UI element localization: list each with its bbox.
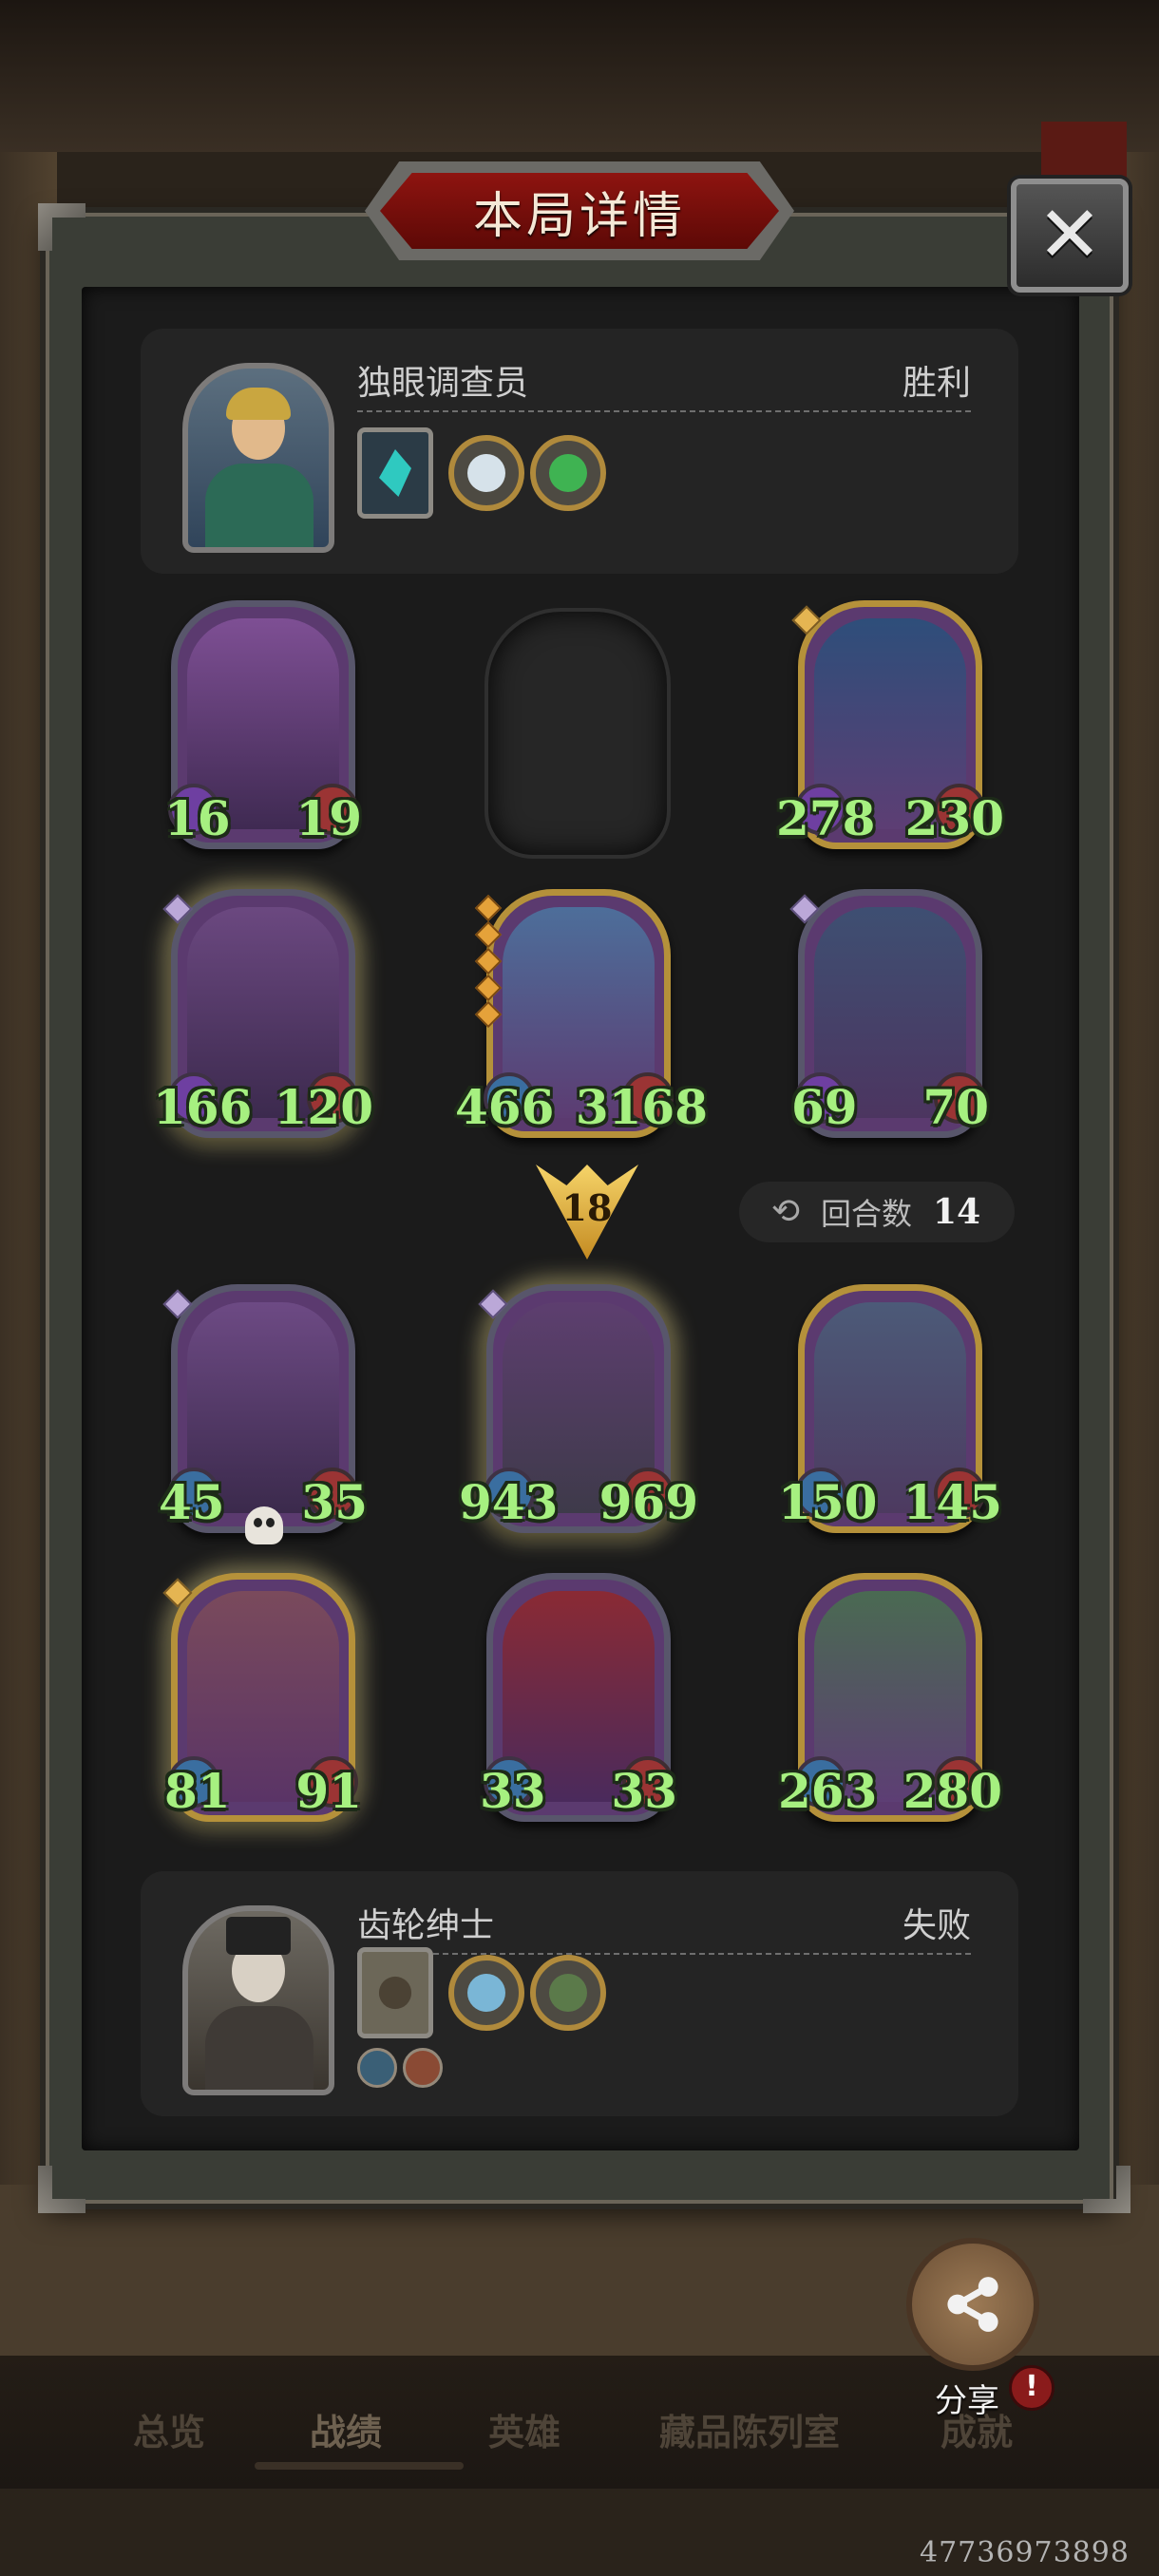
unit-attack: 33	[480, 1763, 546, 1819]
unit-card[interactable]: 69 70	[791, 889, 989, 1138]
player-avatar[interactable]	[182, 363, 334, 553]
nav-active-indicator	[255, 2462, 464, 2470]
unit-card[interactable]: 33 33	[480, 1573, 677, 1822]
unit-health: 91	[295, 1763, 362, 1819]
alert-badge: !	[1009, 2365, 1054, 2411]
unit-card[interactable]: 466 3168	[455, 889, 708, 1138]
unit-attack: 150	[778, 1474, 878, 1530]
unit-health: 3168	[575, 1079, 708, 1135]
hero-power-icon[interactable]	[357, 1947, 433, 2038]
unit-card[interactable]: 16 19	[164, 600, 362, 849]
opponent-result: 失败	[902, 1906, 971, 1945]
page-title: 本局详情	[380, 173, 779, 249]
relic-orb-icon[interactable]	[448, 435, 524, 511]
share-icon	[947, 2277, 998, 2332]
unit-card[interactable]: 166 120	[153, 889, 373, 1138]
hero-power-icon[interactable]	[357, 427, 433, 519]
unit-attack: 943	[459, 1474, 559, 1530]
opponent-avatar[interactable]	[182, 1905, 334, 2095]
unit-card[interactable]: 263 280	[778, 1573, 1002, 1822]
damage-value: 18	[561, 1185, 613, 1229]
repeat-icon: ⟲	[770, 1192, 801, 1231]
unit-health: 120	[274, 1079, 373, 1135]
empty-unit-slot	[484, 608, 671, 859]
unit-health: 19	[295, 790, 362, 846]
unit-attack: 45	[159, 1474, 225, 1530]
unit-attack: 466	[455, 1079, 555, 1135]
unit-attack: 16	[164, 790, 231, 846]
buff-drum-icon[interactable]	[403, 2048, 443, 2088]
divider	[357, 1953, 971, 1955]
record-id: 47736973898	[920, 2536, 1130, 2569]
unit-card[interactable]: 150 145	[778, 1284, 1002, 1533]
relic-frog-icon[interactable]	[530, 435, 606, 511]
unit-health: 70	[922, 1079, 989, 1135]
nav-collection[interactable]: 藏品陈列室	[659, 2403, 840, 2455]
nav-heroes[interactable]: 英雄	[488, 2403, 560, 2455]
background-top	[0, 0, 1159, 152]
unit-attack: 278	[776, 790, 876, 846]
divider	[357, 410, 971, 412]
opponent-panel: 齿轮绅士 失败	[141, 1871, 1018, 2116]
player-name: 独眼调查员	[357, 364, 529, 403]
player-result: 胜利	[902, 364, 971, 403]
unit-attack: 81	[164, 1763, 231, 1819]
unit-health: 145	[902, 1474, 1002, 1530]
unit-health: 35	[301, 1474, 368, 1530]
relic-fishbowl-icon[interactable]	[448, 1955, 524, 2031]
skull-icon	[245, 1506, 283, 1544]
close-button[interactable]: ✕	[1011, 179, 1129, 293]
tier-gem-chain	[474, 894, 503, 1060]
unit-attack: 69	[791, 1079, 858, 1135]
opponent-name: 齿轮绅士	[357, 1906, 495, 1945]
nav-records[interactable]: 战绩	[310, 2403, 382, 2455]
unit-card[interactable]: 81 91	[164, 1573, 362, 1822]
unit-health: 33	[611, 1763, 677, 1819]
close-icon: ✕	[1036, 190, 1103, 280]
nav-overview[interactable]: 总览	[133, 2403, 205, 2455]
share-label: 分享	[935, 2382, 999, 2420]
share-button[interactable]	[906, 2238, 1039, 2371]
unit-health: 280	[902, 1763, 1002, 1819]
relic-creature-icon[interactable]	[530, 1955, 606, 2031]
unit-card[interactable]: 943 969	[459, 1284, 698, 1533]
unit-health: 969	[598, 1474, 698, 1530]
unit-health: 230	[904, 790, 1004, 846]
unit-attack: 166	[153, 1079, 253, 1135]
buff-sword-icon[interactable]	[357, 2048, 397, 2088]
round-value: 14	[933, 1192, 981, 1232]
round-label: 回合数	[821, 1196, 913, 1232]
player-panel: 独眼调查员 胜利	[141, 329, 1018, 574]
unit-attack: 263	[778, 1763, 878, 1819]
unit-card[interactable]: 45 35	[159, 1284, 368, 1533]
round-counter: ⟲ 回合数 14	[739, 1182, 1015, 1242]
unit-card[interactable]: 278 230	[776, 600, 1004, 849]
